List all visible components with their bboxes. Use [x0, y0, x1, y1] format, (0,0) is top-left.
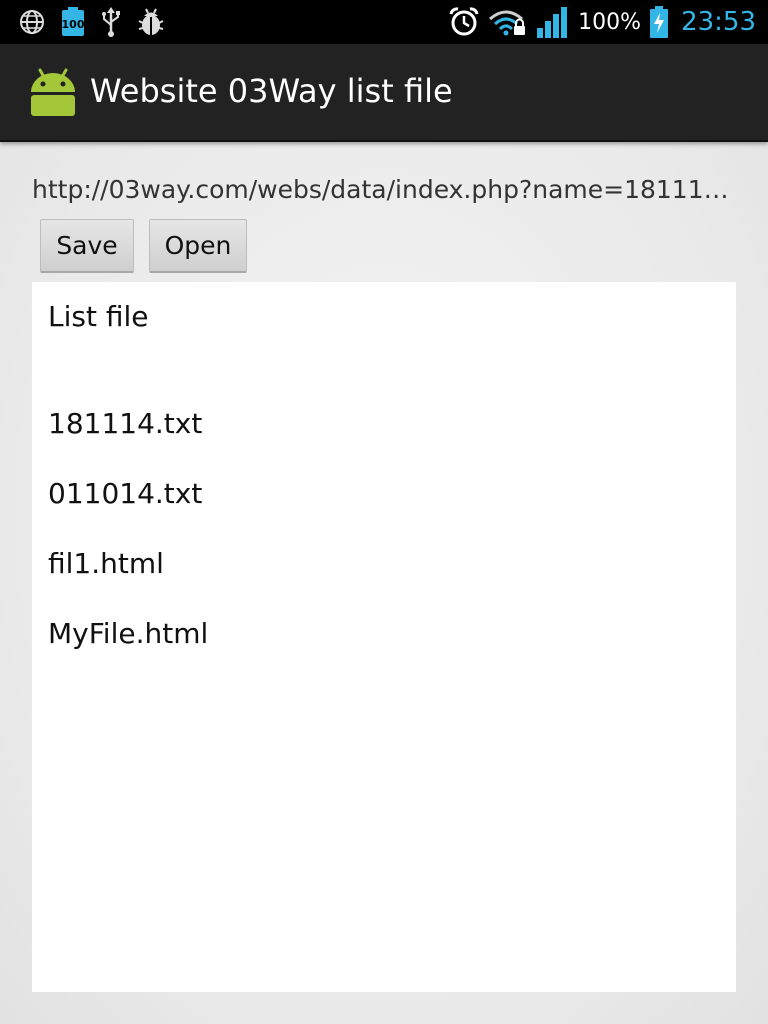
action-bar: Website 03Way list file: [0, 44, 768, 142]
file-list-panel: List file 181114.txt 011014.txt fil1.htm…: [32, 282, 736, 992]
wifi-lock-icon: [488, 7, 528, 37]
android-icon[interactable]: [28, 66, 78, 116]
list-item[interactable]: 181114.txt: [48, 407, 202, 440]
signal-icon: [536, 6, 570, 38]
open-button[interactable]: Open: [149, 219, 247, 273]
save-button[interactable]: Save: [40, 219, 134, 273]
bug-icon: [136, 7, 166, 37]
list-item[interactable]: fil1.html: [48, 547, 164, 580]
url-text: http://03way.com/webs/data/index.php?nam…: [32, 175, 732, 204]
battery-charging-icon: [649, 6, 669, 38]
list-item[interactable]: MyFile.html: [48, 617, 208, 650]
status-bar: 100 100% 23:53: [0, 0, 768, 44]
status-bar-right: 100% 23:53: [448, 6, 756, 38]
globe-icon: [18, 8, 46, 36]
list-header: List file: [48, 300, 149, 333]
app-title: Website 03Way list file: [90, 72, 453, 110]
battery-percent: 100%: [578, 9, 642, 35]
svg-text:100: 100: [62, 18, 85, 31]
status-clock: 23:53: [681, 7, 756, 37]
usb-icon: [100, 7, 122, 37]
alarm-icon: [448, 6, 480, 38]
list-item[interactable]: 011014.txt: [48, 477, 202, 510]
status-bar-left: 100: [18, 6, 166, 38]
battery-100-icon: 100: [60, 7, 86, 37]
